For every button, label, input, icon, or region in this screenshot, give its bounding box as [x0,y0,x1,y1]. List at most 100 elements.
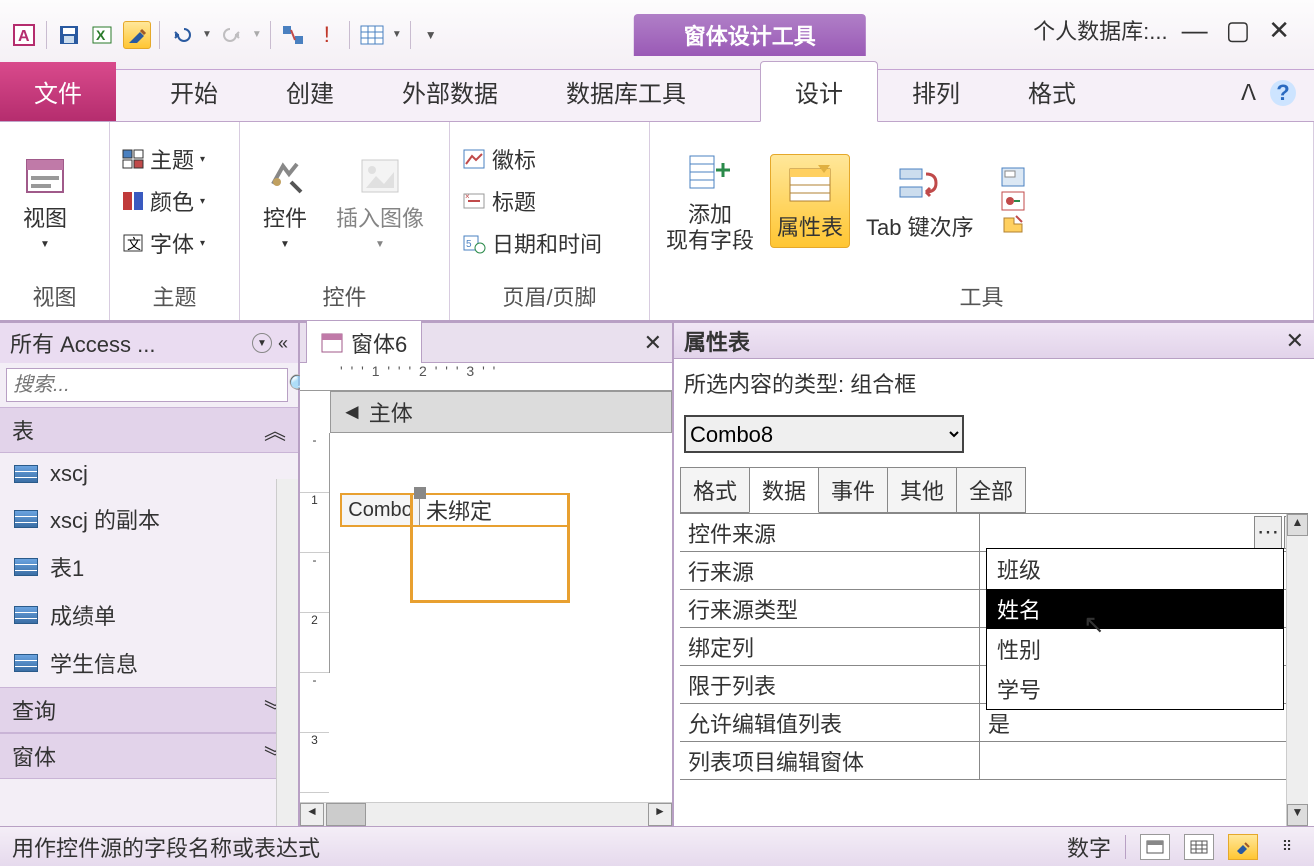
fonts-button[interactable]: 文字体▾ [120,223,207,263]
nav-item-table[interactable]: xscj [0,453,298,495]
detail-section-bar[interactable]: ◄ 主体 [330,391,672,433]
themes-icon [122,149,144,169]
table-icon [14,606,38,624]
tab-create[interactable]: 创建 [252,62,368,121]
relationships-icon[interactable] [279,21,307,49]
tab-format[interactable]: 格式 [994,62,1110,121]
group-header-label: 页眉/页脚 [460,276,639,316]
logo-button[interactable]: 徽标 [460,139,604,179]
close-document-icon[interactable]: ✕ [644,330,662,356]
dropdown-item[interactable]: 学号 [987,669,1283,709]
subform-icon[interactable] [1000,166,1026,188]
insert-image-button[interactable]: 插入图像▼ [330,146,430,255]
ptab-data[interactable]: 数据 [749,467,819,513]
field-dropdown: 班级 姓名 性别 学号 ↖ [986,548,1284,710]
qat-customize-icon[interactable]: ▼ [419,28,443,42]
control-source-value[interactable]: ⋯ ▼ [980,514,1308,551]
property-scrollbar[interactable]: ▲▼ [1286,514,1308,826]
property-sheet-button[interactable]: 属性表 [770,154,850,248]
datasheet-icon[interactable] [358,21,386,49]
undo-icon[interactable] [168,21,196,49]
tab-design[interactable]: 设计 [760,61,878,122]
contextual-tab-header: 窗体设计工具 [634,14,866,56]
view-button[interactable]: 视图 ▼ [10,146,80,255]
builder-button[interactable]: ⋯ [1254,516,1282,549]
datetime-button[interactable]: 5日期和时间 [460,223,604,263]
ribbon: 视图 ▼ 视图 主题▾ 颜色▾ 文字体▾ 主题 控件▼ 插入图像▼ 控件 [0,122,1314,322]
nav-item-table[interactable]: 成绩单 [0,591,298,639]
design-surface[interactable]: -1-2-3 Combo 未绑定 [330,433,672,673]
ptab-other[interactable]: 其他 [887,467,957,513]
close-button[interactable]: ✕ [1264,15,1294,46]
tab-file[interactable]: 文件 [0,62,116,121]
alert-icon[interactable]: ! [313,21,341,49]
navigation-pane: 所有 Access ... ▼ « 🔍 表︽ xscj xscj 的副本 表1 … [0,323,300,826]
minimize-button[interactable]: — [1178,15,1212,46]
property-row[interactable]: 列表项目编辑窗体 [680,742,1308,780]
design-view-button[interactable] [1228,834,1258,860]
close-property-sheet-icon[interactable]: ✕ [1286,328,1304,354]
restore-button[interactable]: ▢ [1222,15,1255,46]
save-icon[interactable] [55,21,83,49]
datasheet-dropdown-icon[interactable]: ▼ [392,29,402,40]
horizontal-scrollbar[interactable]: ◄ ► [300,802,672,826]
title-button[interactable]: ×标题 [460,181,604,221]
status-text: 用作控件源的字段名称或表达式 [12,831,320,863]
nav-item-table[interactable]: xscj 的副本 [0,495,298,543]
design-mode-icon[interactable] [123,21,151,49]
nav-section-queries[interactable]: 查询︾ [0,687,298,733]
tab-external[interactable]: 外部数据 [368,62,532,121]
search-input[interactable] [6,368,288,402]
themes-button[interactable]: 主题▾ [120,139,207,179]
form-icon [321,333,343,353]
add-fields-button[interactable]: 添加 现有字段 [660,142,760,261]
dropdown-item[interactable]: 姓名 [987,589,1283,629]
help-icon[interactable]: ? [1270,80,1296,106]
property-row[interactable]: 行来源 班级 姓名 性别 学号 ↖ [680,552,1308,590]
nav-filter-icon[interactable]: ▼ [252,333,272,353]
tab-home[interactable]: 开始 [136,62,252,121]
undo-dropdown-icon[interactable]: ▼ [202,29,212,40]
form-view-button[interactable] [1140,834,1170,860]
property-tabs: 格式 数据 事件 其他 全部 [674,461,1314,513]
group-tools-label: 工具 [660,276,1303,316]
ptab-format[interactable]: 格式 [680,467,750,513]
dropdown-item[interactable]: 班级 [987,549,1283,589]
nav-header[interactable]: 所有 Access ... ▼ « [0,323,298,363]
ribbon-tabs: 文件 开始 创建 外部数据 数据库工具 设计 排列 格式 [0,70,1314,122]
controls-button[interactable]: 控件▼ [250,146,320,255]
tab-dbtools[interactable]: 数据库工具 [532,62,720,121]
datasheet-view-button[interactable] [1184,834,1214,860]
section-marker-icon: ◄ [341,399,363,425]
property-sheet-header: 属性表 ✕ [674,323,1314,359]
svg-text:X: X [96,27,106,43]
tab-arrange[interactable]: 排列 [878,62,994,121]
code-icon[interactable] [1000,190,1026,212]
tab-order-button[interactable]: Tab 键次序 [860,155,980,247]
title-bar: A X ▼ ▼ ! ▼ ▼ 窗体设计工具 个人数据库:... — ▢ ✕ [0,0,1314,70]
collapse-icon: ︽ [264,414,286,446]
nav-scrollbar[interactable] [276,479,298,826]
document-tab[interactable]: 窗体6 [306,320,422,365]
dropdown-item[interactable]: 性别 [987,629,1283,669]
redo-icon[interactable] [218,21,246,49]
ptab-all[interactable]: 全部 [956,467,1026,513]
colors-button[interactable]: 颜色▾ [120,181,207,221]
export-excel-icon[interactable]: X [89,21,117,49]
svg-text:文: 文 [127,236,141,252]
layout-view-button[interactable]: ⠿ [1272,834,1302,860]
nav-item-table[interactable]: 表1 [0,543,298,591]
nav-collapse-icon[interactable]: « [278,333,288,354]
nav-section-tables[interactable]: 表︽ [0,407,298,453]
property-row[interactable]: 控件来源 ⋯ ▼ [680,514,1308,552]
nav-item-table[interactable]: 学生信息 [0,639,298,687]
main-area: 所有 Access ... ▼ « 🔍 表︽ xscj xscj 的副本 表1 … [0,322,1314,826]
control-selector-dropdown[interactable]: Combo8 [684,415,964,453]
nav-section-forms[interactable]: 窗体︾ [0,733,298,779]
collapse-ribbon-icon[interactable]: ᐱ [1241,80,1256,106]
status-mode: 数字 [1067,831,1111,863]
table-icon [14,510,38,528]
quick-access-toolbar: A X ▼ ▼ ! ▼ ▼ [0,21,443,49]
ptab-event[interactable]: 事件 [818,467,888,513]
convert-macros-icon[interactable] [1000,214,1026,236]
